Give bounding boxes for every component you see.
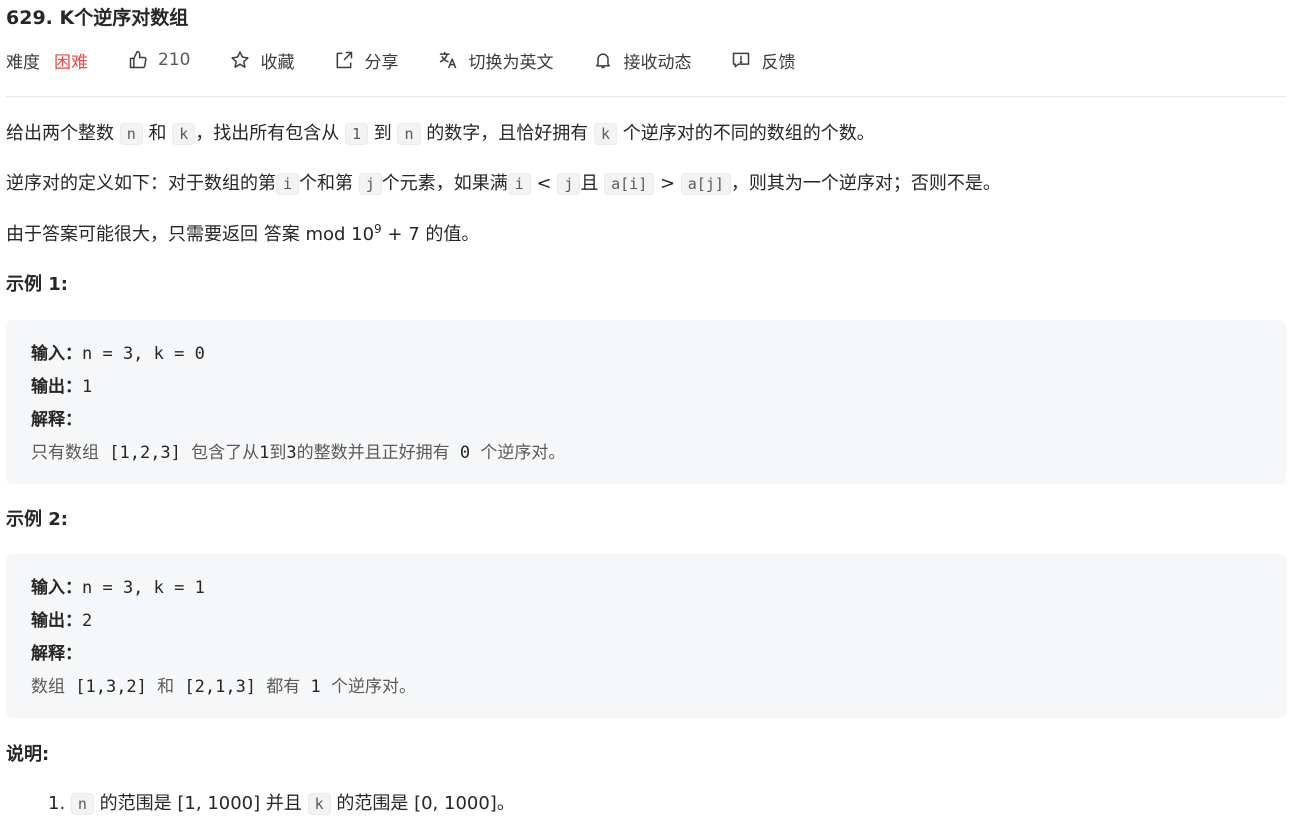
inline-code: i bbox=[507, 173, 531, 195]
share-label: 分享 bbox=[364, 52, 399, 73]
description-paragraph-2: 逆序对的定义如下：对于数组的第 i 个和第 j 个元素，如果满 i < j且 a[i] … bbox=[6, 173, 1001, 195]
inline-code: a[j] bbox=[680, 173, 731, 195]
example-output-line: 输出：1 bbox=[31, 377, 93, 397]
example-2-block: 输入：n = 3, k = 1 输出：2 解释： 数组 [1,3,2] 和 [2… bbox=[6, 554, 1286, 718]
thumbs-up-icon bbox=[128, 50, 148, 70]
example-explain-text: 只有数组 [1,2,3] 包含了从1到3的整数并且正好拥有 0 个逆序对。 bbox=[31, 443, 566, 463]
notes-list-item: 1. n 的范围是 [1, 1000] 并且 k 的范围是 [0, 1000]。 bbox=[48, 793, 515, 815]
feedback-label: 反馈 bbox=[761, 52, 796, 73]
inline-code: i bbox=[276, 173, 300, 195]
example-2-heading: 示例 2: bbox=[6, 509, 68, 530]
difficulty: 难度 困难 bbox=[6, 48, 88, 73]
inline-code: j bbox=[557, 173, 581, 195]
inline-code: k bbox=[172, 123, 196, 145]
inline-code: 1 bbox=[344, 123, 369, 145]
problem-meta-bar: 难度 困难 210 收藏 分享 切换为英文 接收动态 反馈 bbox=[6, 46, 795, 74]
switch-language-label: 切换为英文 bbox=[468, 52, 554, 73]
bell-icon bbox=[593, 50, 613, 70]
star-icon bbox=[230, 50, 250, 70]
share-button[interactable]: 分享 bbox=[334, 48, 398, 73]
like-button[interactable]: 210 bbox=[128, 50, 190, 70]
inline-code: n bbox=[397, 123, 421, 145]
list-number: 1. bbox=[48, 793, 66, 814]
divider bbox=[6, 96, 1286, 97]
like-count: 210 bbox=[158, 50, 191, 70]
switch-language-button[interactable]: 切换为英文 bbox=[438, 48, 553, 73]
example-explain-text: 数组 [1,3,2] 和 [2,1,3] 都有 1 个逆序对。 bbox=[31, 677, 417, 697]
feedback-icon bbox=[731, 50, 751, 70]
description-paragraph-1: 给出两个整数 n 和 k ，找出所有包含从 1 到 n 的数字，且恰好拥有 k 个… bbox=[6, 123, 875, 145]
notes-heading: 说明: bbox=[6, 744, 50, 765]
translate-icon bbox=[438, 50, 458, 70]
inline-code: k bbox=[593, 123, 617, 145]
inline-code: a[i] bbox=[604, 173, 655, 195]
share-icon bbox=[334, 50, 354, 70]
example-explain-label: 解释： bbox=[31, 644, 82, 664]
inline-code: j bbox=[358, 173, 382, 195]
example-input-line: 输入：n = 3, k = 0 bbox=[31, 344, 205, 364]
feedback-button[interactable]: 反馈 bbox=[731, 48, 795, 73]
difficulty-label: 难度 bbox=[6, 52, 40, 73]
problem-title: 629. K个逆序对数组 bbox=[6, 7, 189, 29]
favorite-label: 收藏 bbox=[260, 52, 295, 73]
inline-code: n bbox=[70, 793, 94, 815]
inline-code: n bbox=[119, 123, 143, 145]
example-1-heading: 示例 1: bbox=[6, 274, 68, 295]
example-1-block: 输入：n = 3, k = 0 输出：1 解释： 只有数组 [1,2,3] 包含… bbox=[6, 320, 1286, 484]
inline-code: k bbox=[307, 793, 331, 815]
example-output-line: 输出：2 bbox=[31, 611, 93, 631]
notify-label: 接收动态 bbox=[623, 52, 692, 73]
difficulty-badge: 困难 bbox=[54, 52, 88, 73]
example-explain-label: 解释： bbox=[31, 410, 82, 430]
notify-button[interactable]: 接收动态 bbox=[593, 48, 691, 73]
description-paragraph-3: 由于答案可能很大，只需要返回 答案 mod 109 + 7 的值。 bbox=[6, 222, 480, 245]
favorite-button[interactable]: 收藏 bbox=[230, 48, 294, 73]
example-input-line: 输入：n = 3, k = 1 bbox=[31, 578, 205, 598]
